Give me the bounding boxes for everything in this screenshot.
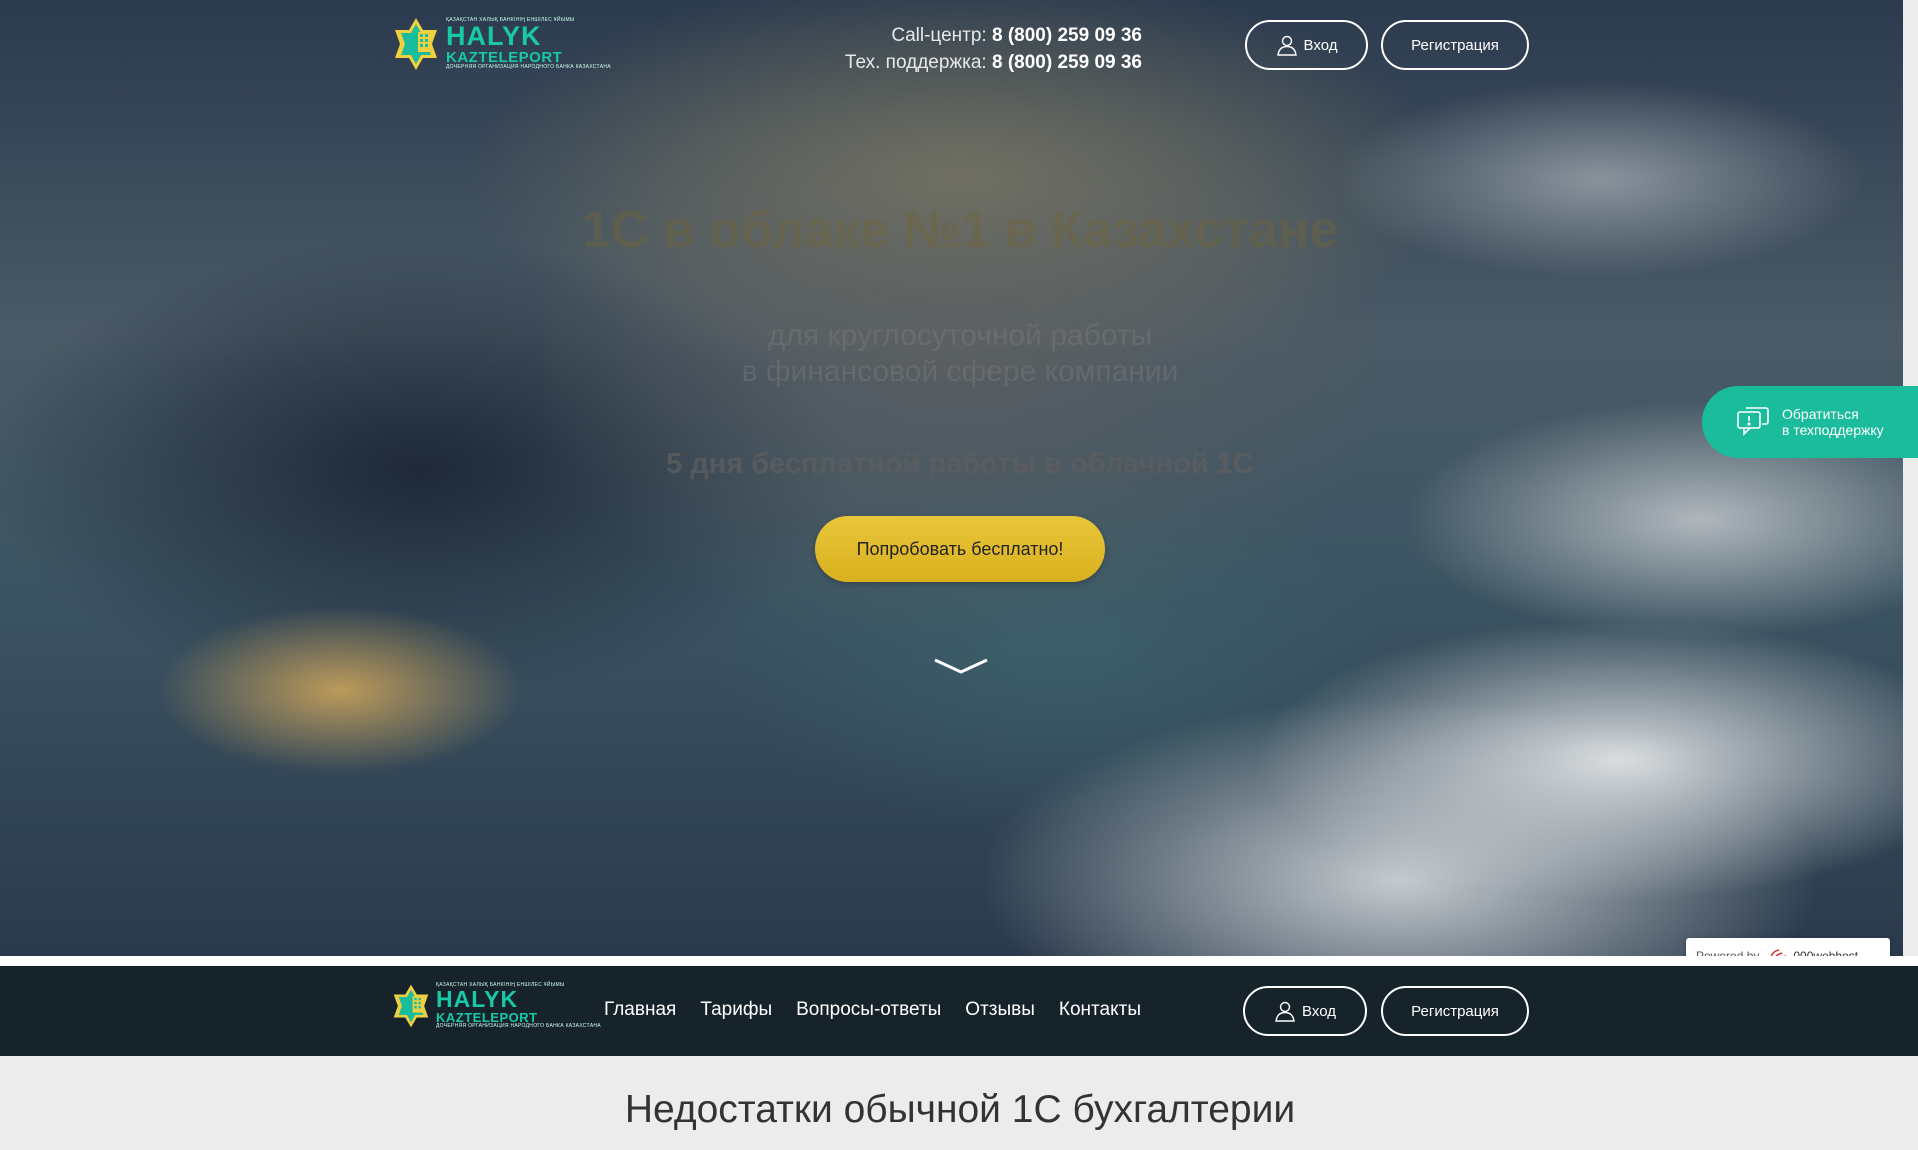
logo-tagline-bottom: ДОЧЕРНЯЯ ОРГАНИЗАЦИЯ НАРОДНОГО БАНКА КАЗ… (436, 1023, 601, 1029)
hero-title: 1С в облаке №1 в Казахстане (581, 201, 1339, 259)
chat-exclamation-icon (1736, 406, 1770, 438)
support-tab-line2: в техподдержку (1782, 422, 1884, 438)
user-icon (1274, 1000, 1296, 1022)
sticky-navbar: ҚАЗАҚСТАН ХАЛЫҚ БАНКІНІҢ ЕНШІЛЕС ҰЙЫМЫ H… (0, 966, 1918, 1056)
support-request-tab[interactable]: Обратиться в техподдержку (1702, 386, 1918, 458)
hero-trial-text: 5 дня бесплатной работы в облачной 1С (666, 448, 1254, 480)
hero-section: ҚАЗАҚСТАН ХАЛЫҚ БАНКІНІҢ ЕНШІЛЕС ҰЙЫМЫ H… (0, 0, 1903, 956)
logo-name-line1: HALYK (446, 21, 542, 51)
support-number[interactable]: 8 (800) 259 09 36 (992, 52, 1142, 73)
logo-tagline-bottom: ДОЧЕРНЯЯ ОРГАНИЗАЦИЯ НАРОДНОГО БАНКА КАЗ… (446, 64, 611, 70)
register-button-label: Регистрация (1411, 36, 1499, 54)
support-tab-line1: Обратиться (1782, 406, 1859, 422)
login-button[interactable]: Вход (1245, 20, 1368, 70)
support-row: Тех. поддержка: 8 (800) 259 09 36 (780, 49, 1142, 76)
login-button-label: Вход (1303, 36, 1338, 54)
nav-link-tariffs[interactable]: Тарифы (700, 999, 772, 1021)
try-free-button[interactable]: Попробовать бесплатно! (815, 516, 1105, 582)
nav-register-button[interactable]: Регистрация (1381, 986, 1529, 1036)
logo-text: ҚАЗАҚСТАН ХАЛЫҚ БАНКІНІҢ ЕНШІЛЕС ҰЙЫМЫ H… (446, 18, 611, 70)
nav-link-faq[interactable]: Вопросы-ответы (796, 999, 941, 1021)
logo-name-line2: KAZTELEPORT (446, 49, 563, 66)
nav-link-home[interactable]: Главная (604, 999, 676, 1021)
call-center-label: Call-центр: (891, 25, 987, 46)
nav-login-button[interactable]: Вход (1243, 986, 1367, 1036)
header-contacts: Call-центр: 8 (800) 259 09 36 Тех. подде… (780, 22, 1142, 76)
call-center-number[interactable]: 8 (800) 259 09 36 (992, 25, 1142, 46)
call-center-row: Call-центр: 8 (800) 259 09 36 (780, 22, 1142, 49)
hero-subtitle-line1: для круглосуточной работы (767, 319, 1153, 352)
nav-logo[interactable]: ҚАЗАҚСТАН ХАЛЫҚ БАНКІНІҢ ЕНШІЛЕС ҰЙЫМЫ H… (388, 983, 601, 1029)
section-divider (0, 956, 1918, 966)
user-icon (1276, 34, 1298, 56)
support-label: Тех. поддержка: (844, 52, 987, 73)
nav-link-contacts[interactable]: Контакты (1059, 999, 1141, 1021)
logo-star-icon (388, 983, 434, 1029)
logo-name-line1: HALYK (436, 986, 519, 1012)
nav-login-label: Вход (1302, 1002, 1336, 1020)
register-button[interactable]: Регистрация (1381, 20, 1529, 70)
hero-subtitle-line2: в финансовой сфере компании (741, 355, 1179, 388)
nav-link-reviews[interactable]: Отзывы (965, 999, 1035, 1021)
header-logo[interactable]: ҚАЗАҚСТАН ХАЛЫҚ БАНКІНІҢ ЕНШІЛЕС ҰЙЫМЫ H… (388, 16, 611, 72)
logo-star-icon (388, 16, 444, 72)
scroll-down-chevron-icon[interactable] (933, 656, 989, 676)
nav-register-label: Регистрация (1411, 1002, 1499, 1020)
nav-menu: Главная Тарифы Вопросы-ответы Отзывы Кон… (604, 999, 1141, 1021)
logo-text: ҚАЗАҚСТАН ХАЛЫҚ БАНКІНІҢ ЕНШІЛЕС ҰЙЫМЫ H… (436, 983, 601, 1029)
support-tab-text: Обратиться в техподдержку (1782, 406, 1884, 438)
section-title: Недостатки обычной 1С бухгалтерии (624, 1088, 1296, 1131)
hero-subtitle: для круглосуточной работы в финансовой с… (550, 318, 1370, 390)
